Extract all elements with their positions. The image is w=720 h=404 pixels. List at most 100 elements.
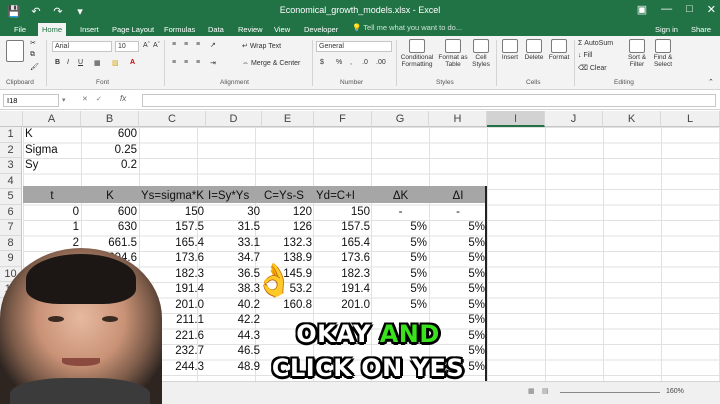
clear-button[interactable]: ⌫ Clear bbox=[578, 64, 607, 72]
sort-filter-button[interactable]: Sort & Filter bbox=[626, 39, 648, 68]
tab-data[interactable]: Data bbox=[204, 23, 228, 36]
table-cell[interactable]: 165.4 bbox=[314, 236, 372, 252]
table-cell[interactable]: 5% bbox=[372, 267, 429, 283]
select-all-corner[interactable] bbox=[0, 111, 23, 127]
bottom-align-icon[interactable]: ≡ bbox=[196, 41, 200, 48]
tab-file[interactable]: File bbox=[10, 23, 30, 36]
table-header-cell[interactable]: ΔK bbox=[372, 189, 429, 205]
align-center-icon[interactable]: ≡ bbox=[184, 59, 188, 66]
table-cell[interactable]: 33.1 bbox=[206, 236, 262, 252]
borders-icon[interactable]: ▦ bbox=[94, 59, 101, 67]
param-value[interactable]: 0.25 bbox=[81, 143, 139, 159]
param-label[interactable]: Sigma bbox=[23, 143, 81, 159]
indent-icon[interactable]: ⇥ bbox=[210, 59, 216, 67]
table-cell[interactable]: 5% bbox=[429, 282, 487, 298]
sign-in-link[interactable]: Sign in bbox=[651, 23, 682, 36]
middle-align-icon[interactable]: ≡ bbox=[184, 41, 188, 48]
minimize-icon[interactable]: — bbox=[661, 3, 672, 16]
column-header-j[interactable]: J bbox=[545, 111, 603, 127]
table-cell[interactable]: 5% bbox=[372, 220, 429, 236]
table-cell[interactable]: 30 bbox=[206, 205, 262, 221]
table-header-cell[interactable]: ΔI bbox=[429, 189, 487, 205]
table-cell[interactable]: 5% bbox=[372, 298, 429, 314]
percent-style-icon[interactable]: % bbox=[336, 59, 342, 66]
table-cell[interactable]: 42.2 bbox=[206, 313, 262, 329]
table-cell[interactable]: 630 bbox=[81, 220, 139, 236]
increase-font-icon[interactable]: Aˆ bbox=[143, 42, 150, 49]
merge-center-button[interactable]: ⇔ Merge & Center bbox=[242, 60, 300, 67]
row-header-3[interactable]: 3 bbox=[0, 158, 22, 174]
column-header-f[interactable]: F bbox=[314, 111, 372, 127]
column-header-d[interactable]: D bbox=[206, 111, 262, 127]
format-as-table-button[interactable]: Format as Table bbox=[438, 39, 468, 68]
column-header-l[interactable]: L bbox=[661, 111, 720, 127]
param-label[interactable]: K bbox=[23, 127, 81, 143]
align-left-icon[interactable]: ≡ bbox=[172, 59, 176, 66]
table-cell[interactable]: 5% bbox=[429, 251, 487, 267]
table-cell[interactable]: - bbox=[429, 205, 487, 221]
normal-view-icon[interactable]: ▦ bbox=[528, 387, 535, 395]
table-cell[interactable]: 1 bbox=[23, 220, 81, 236]
tab-review[interactable]: Review bbox=[234, 23, 267, 36]
increase-decimal-icon[interactable]: .0 bbox=[362, 59, 368, 66]
row-header-8[interactable]: 8 bbox=[0, 235, 22, 251]
row-header-4[interactable]: 4 bbox=[0, 173, 22, 189]
column-header-h[interactable]: H bbox=[429, 111, 487, 127]
table-cell[interactable]: 600 bbox=[81, 205, 139, 221]
font-size-select[interactable]: 10 bbox=[115, 41, 139, 52]
table-cell[interactable]: 0 bbox=[23, 205, 81, 221]
comma-style-icon[interactable]: , bbox=[350, 59, 352, 66]
table-cell[interactable]: 31.5 bbox=[206, 220, 262, 236]
fill-color-icon[interactable]: ▨ bbox=[112, 59, 119, 67]
row-header-7[interactable]: 7 bbox=[0, 220, 22, 236]
cancel-entry-icon[interactable]: ✕ bbox=[82, 95, 88, 103]
table-header-cell[interactable]: t bbox=[23, 189, 81, 205]
table-cell[interactable]: 5% bbox=[429, 267, 487, 283]
column-header-b[interactable]: B bbox=[81, 111, 139, 127]
table-cell[interactable]: 5% bbox=[372, 251, 429, 267]
conditional-formatting-button[interactable]: Conditional Formatting bbox=[400, 39, 434, 68]
underline-icon[interactable]: U bbox=[78, 59, 83, 66]
table-cell[interactable]: 5% bbox=[429, 236, 487, 252]
number-format-select[interactable]: General bbox=[316, 41, 392, 52]
tab-insert[interactable]: Insert bbox=[76, 23, 103, 36]
table-cell[interactable]: 5% bbox=[372, 282, 429, 298]
maximize-icon[interactable]: □ bbox=[686, 3, 693, 16]
table-cell[interactable]: 46.5 bbox=[206, 344, 262, 360]
table-cell[interactable]: 132.3 bbox=[262, 236, 314, 252]
table-header-cell[interactable]: Ys=sigma*K bbox=[139, 189, 206, 205]
font-color-icon[interactable]: A bbox=[130, 59, 135, 66]
table-cell[interactable]: 157.5 bbox=[314, 220, 372, 236]
row-header-1[interactable]: 1 bbox=[0, 127, 22, 143]
decrease-font-icon[interactable]: Aˇ bbox=[153, 42, 160, 49]
zoom-level[interactable]: 160% bbox=[666, 388, 684, 395]
column-header-g[interactable]: G bbox=[372, 111, 429, 127]
tab-home[interactable]: Home bbox=[38, 23, 67, 36]
formula-input[interactable] bbox=[142, 94, 716, 107]
table-cell[interactable]: 157.5 bbox=[139, 220, 206, 236]
tab-page-layout[interactable]: Page Layout bbox=[108, 23, 158, 36]
table-cell[interactable]: 150 bbox=[139, 205, 206, 221]
table-cell[interactable]: 160.8 bbox=[262, 298, 314, 314]
tab-developer[interactable]: Developer bbox=[300, 23, 342, 36]
param-value[interactable]: 0.2 bbox=[81, 158, 139, 174]
param-value[interactable]: 600 bbox=[81, 127, 139, 143]
cell-styles-button[interactable]: Cell Styles bbox=[470, 39, 492, 68]
column-header-c[interactable]: C bbox=[139, 111, 206, 127]
zoom-slider[interactable] bbox=[560, 392, 660, 393]
table-cell[interactable]: 120 bbox=[262, 205, 314, 221]
table-cell[interactable]: - bbox=[372, 205, 429, 221]
column-header-k[interactable]: K bbox=[603, 111, 661, 127]
enter-entry-icon[interactable]: ✓ bbox=[96, 95, 102, 103]
find-select-button[interactable]: Find & Select bbox=[652, 39, 674, 68]
column-header-a[interactable]: A bbox=[23, 111, 81, 127]
font-name-select[interactable]: Arial bbox=[52, 41, 112, 52]
row-header-2[interactable]: 2 bbox=[0, 142, 22, 158]
table-cell[interactable]: 40.2 bbox=[206, 298, 262, 314]
accounting-format-icon[interactable]: $ bbox=[320, 59, 324, 66]
insert-function-icon[interactable]: fx bbox=[120, 94, 126, 103]
table-cell[interactable]: 126 bbox=[262, 220, 314, 236]
decrease-decimal-icon[interactable]: .00 bbox=[376, 59, 386, 66]
italic-icon[interactable]: I bbox=[67, 59, 69, 66]
table-header-cell[interactable]: Yd=C+I bbox=[314, 189, 372, 205]
